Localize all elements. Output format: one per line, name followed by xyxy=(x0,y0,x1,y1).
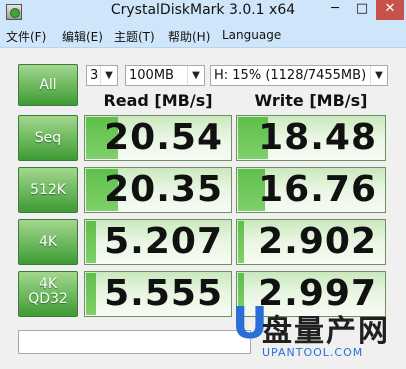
seq-read-value: 20.54 xyxy=(104,117,223,158)
seq-write-result: 18.48 xyxy=(236,115,386,161)
4k-read-level-bar xyxy=(86,221,97,263)
menu-file[interactable]: 文件(F) xyxy=(6,28,46,45)
4k-qd32-read-level-bar xyxy=(86,273,97,315)
test-size-select[interactable]: 100MB ▼ xyxy=(125,65,205,86)
4k-read-value: 5.207 xyxy=(104,221,223,262)
4k-read-result: 5.207 xyxy=(84,219,232,265)
4k-qd32-read-result: 5.555 xyxy=(84,271,232,317)
read-column-header: Read [MB/s] xyxy=(103,91,213,110)
menu-bar: 文件(F) 编辑(E) 主题(T) 帮助(H) Language xyxy=(0,24,406,48)
4k-qd32-label-line2: QD32 xyxy=(28,291,68,307)
minimize-button[interactable]: ─ xyxy=(322,0,348,20)
drive-select[interactable]: H: 15% (1128/7455MB) ▼ xyxy=(210,65,388,86)
test-count-value: 3 xyxy=(90,68,99,83)
4k-qd32-button[interactable]: 4K QD32 xyxy=(18,271,78,317)
chevron-down-icon: ▼ xyxy=(100,66,117,85)
4k-button[interactable]: 4K xyxy=(18,219,78,265)
seq-button[interactable]: Seq xyxy=(18,115,78,161)
4k-qd32-read-value: 5.555 xyxy=(104,273,223,314)
maximize-button[interactable]: □ xyxy=(349,0,375,20)
menu-edit[interactable]: 编辑(E) xyxy=(62,28,103,45)
all-button[interactable]: All xyxy=(18,64,78,106)
4k-qd32-write-value: 2.997 xyxy=(258,273,377,314)
512k-write-value: 16.76 xyxy=(258,169,377,210)
watermark-url: UPANTOOL.COM xyxy=(262,346,364,359)
512k-button[interactable]: 512K xyxy=(18,167,78,213)
4k-write-value: 2.902 xyxy=(258,221,377,262)
menu-help[interactable]: 帮助(H) xyxy=(168,28,210,45)
4k-qd32-label-line1: 4K xyxy=(38,276,58,292)
chevron-down-icon: ▼ xyxy=(370,66,387,85)
512k-read-result: 20.35 xyxy=(84,167,232,213)
512k-read-value: 20.35 xyxy=(104,169,223,210)
4k-write-result: 2.902 xyxy=(236,219,386,265)
4k-write-level-bar xyxy=(238,221,244,263)
4k-qd32-write-result: 2.997 xyxy=(236,271,386,317)
menu-language[interactable]: Language xyxy=(222,28,281,42)
close-button[interactable]: ✕ xyxy=(376,0,404,20)
test-size-value: 100MB xyxy=(129,68,174,83)
menu-theme[interactable]: 主题(T) xyxy=(114,28,155,45)
seq-read-result: 20.54 xyxy=(84,115,232,161)
drive-value: H: 15% (1128/7455MB) xyxy=(214,68,367,83)
chevron-down-icon: ▼ xyxy=(187,66,204,85)
title-bar: CrystalDiskMark 3.0.1 x64 ─ □ ✕ xyxy=(0,0,406,24)
test-count-select[interactable]: 3 ▼ xyxy=(86,65,118,86)
512k-write-result: 16.76 xyxy=(236,167,386,213)
seq-write-value: 18.48 xyxy=(258,117,377,158)
write-column-header: Write [MB/s] xyxy=(254,91,368,110)
comment-field[interactable] xyxy=(18,330,251,354)
